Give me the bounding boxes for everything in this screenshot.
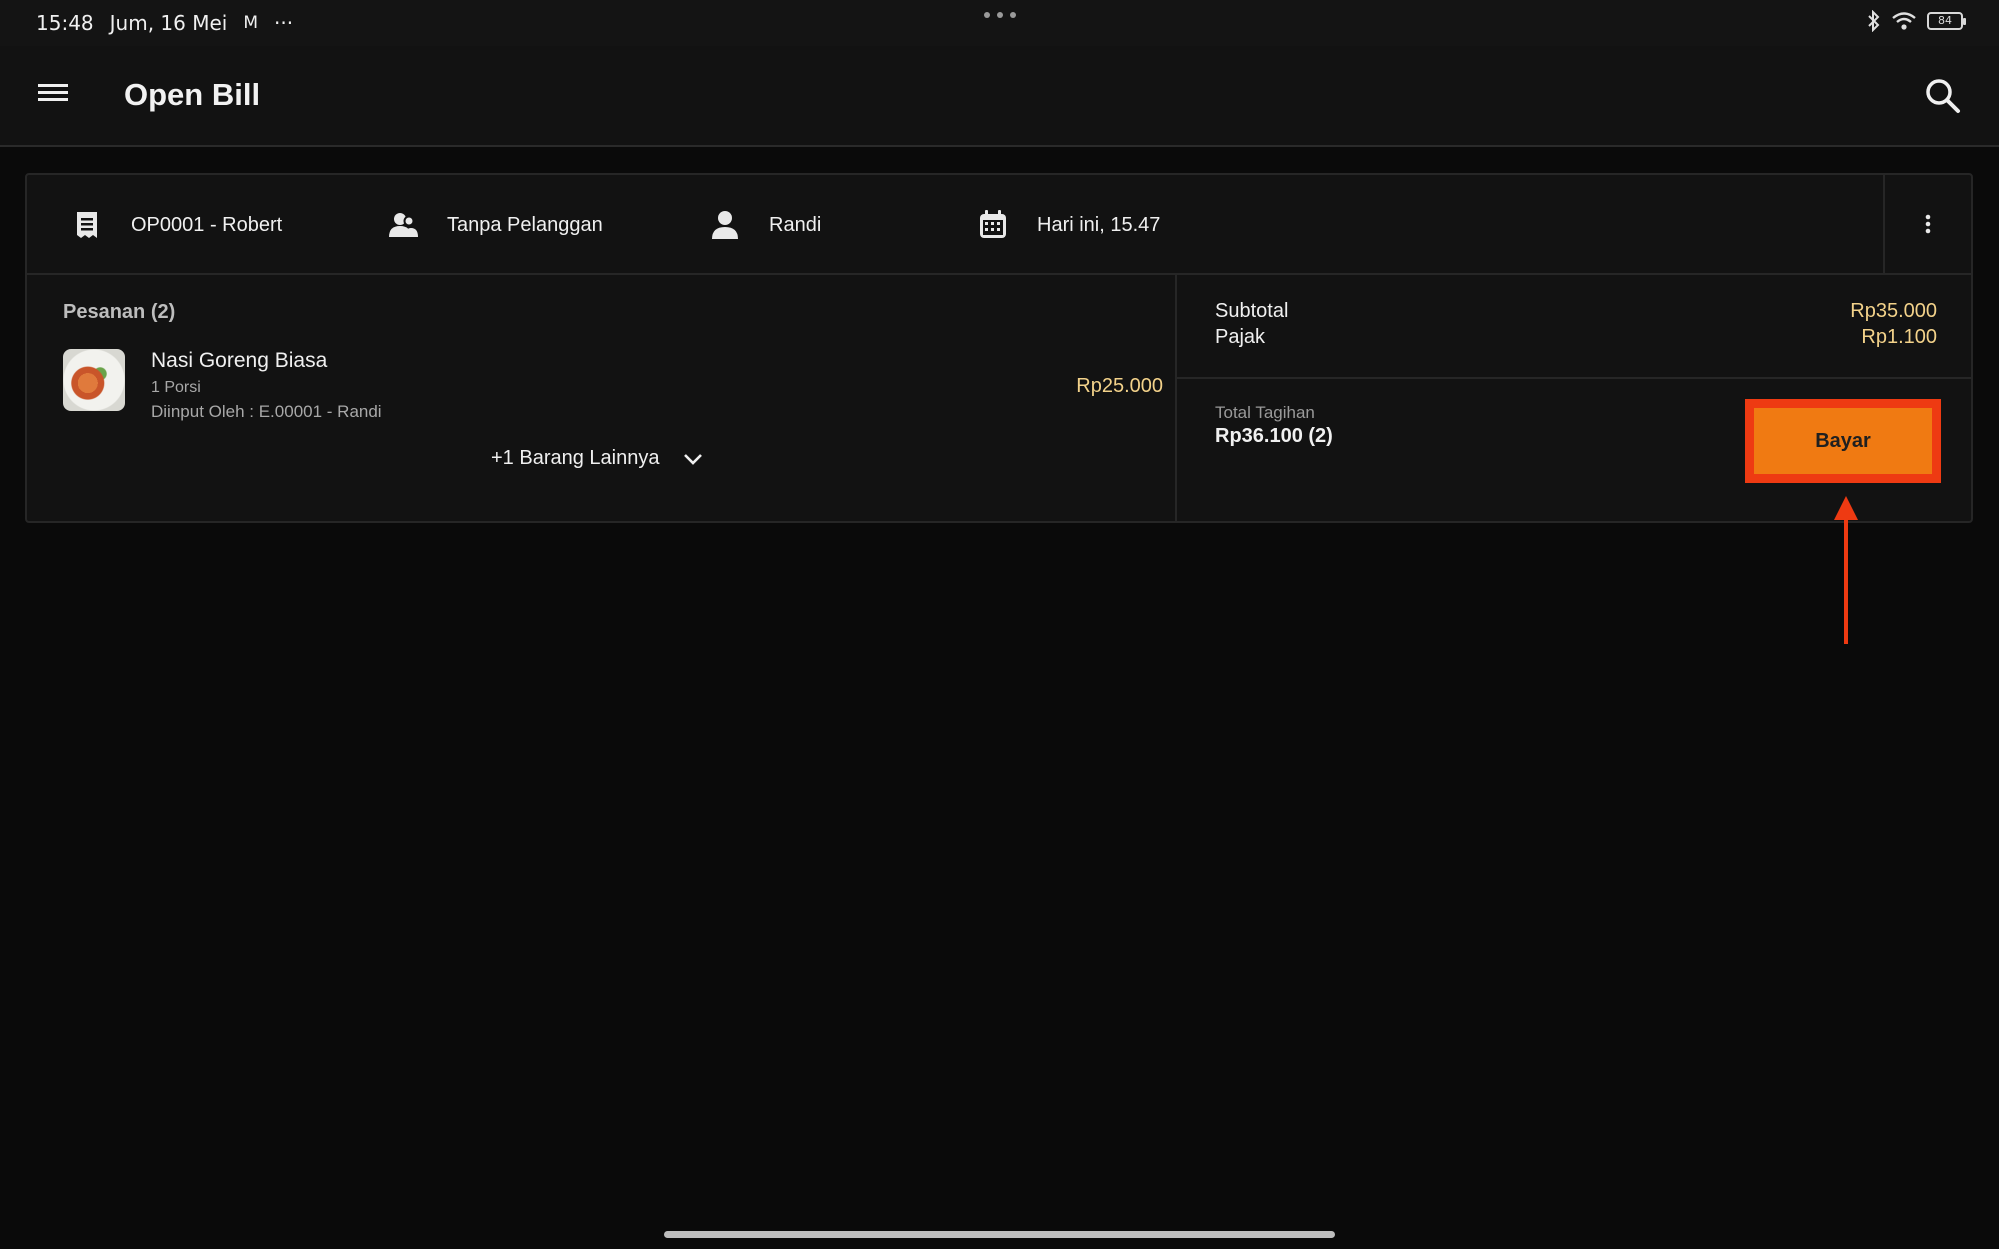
subtotal-row: Subtotal Rp35.000 bbox=[1215, 300, 1937, 326]
item-quantity: 1 Porsi bbox=[151, 379, 201, 396]
customers-icon bbox=[389, 213, 418, 237]
total-label: Total Tagihan bbox=[1215, 403, 1315, 422]
orders-panel: Pesanan (2) Nasi Goreng Biasa 1 Porsi Di… bbox=[27, 275, 1177, 523]
tax-row: Pajak Rp1.100 bbox=[1215, 326, 1937, 352]
staff-item: Randi bbox=[709, 205, 821, 245]
bill-card[interactable]: OP0001 - Robert Tanpa Pelanggan Randi Ha… bbox=[25, 173, 1973, 523]
subtotal-value: Rp35.000 bbox=[1850, 300, 1937, 322]
customer-name: Tanpa Pelanggan bbox=[447, 213, 603, 236]
bluetooth-icon bbox=[1868, 10, 1880, 32]
summary-panel: Subtotal Rp35.000 Pajak Rp1.100 Total Ta… bbox=[1177, 275, 1973, 523]
battery-icon: 84 bbox=[1927, 12, 1966, 30]
status-date: Jum, 16 Mei bbox=[109, 11, 228, 35]
item-name: Nasi Goreng Biasa bbox=[151, 349, 328, 372]
more-options-icon[interactable] bbox=[1883, 175, 1971, 273]
status-time: 15:48 bbox=[36, 11, 94, 35]
status-left: 15:48 Jum, 16 Mei M ··· bbox=[36, 11, 293, 35]
customer-item[interactable]: Tanpa Pelanggan bbox=[387, 205, 603, 245]
page-title: Open Bill bbox=[124, 77, 261, 112]
status-right: 84 bbox=[1867, 10, 1966, 32]
user-icon bbox=[712, 211, 738, 239]
bill-id: OP0001 - Robert bbox=[131, 213, 283, 236]
hamburger-menu-icon[interactable] bbox=[38, 82, 74, 110]
mail-icon: M bbox=[243, 13, 259, 33]
summary-breakdown: Subtotal Rp35.000 Pajak Rp1.100 bbox=[1177, 275, 1973, 379]
food-thumbnail bbox=[63, 349, 125, 411]
more-items-label: +1 Barang Lainnya bbox=[491, 447, 660, 469]
status-more-icon: ··· bbox=[274, 11, 294, 35]
item-price: Rp25.000 bbox=[1076, 375, 1163, 397]
bill-time: Hari ini, 15.47 bbox=[1037, 213, 1161, 236]
tax-label: Pajak bbox=[1215, 326, 1266, 348]
chevron-down-icon bbox=[684, 453, 703, 465]
time-item: Hari ini, 15.47 bbox=[977, 205, 1160, 245]
search-icon[interactable] bbox=[1923, 76, 1963, 116]
app-bar: Open Bill bbox=[0, 46, 1999, 147]
list-item[interactable]: Nasi Goreng Biasa 1 Porsi Diinput Oleh :… bbox=[63, 349, 1163, 429]
status-bar: 15:48 Jum, 16 Mei M ··· 84 bbox=[0, 0, 1999, 46]
bill-id-item: OP0001 - Robert bbox=[71, 205, 282, 245]
multitask-dots-icon[interactable] bbox=[983, 12, 1016, 18]
pay-button[interactable]: Bayar bbox=[1754, 408, 1932, 474]
orders-title: Pesanan (2) bbox=[63, 301, 176, 323]
subtotal-label: Subtotal bbox=[1215, 300, 1289, 322]
home-indicator[interactable] bbox=[664, 1231, 1335, 1238]
calendar-icon bbox=[980, 210, 1006, 238]
wifi-icon bbox=[1892, 12, 1916, 30]
item-entered-by: Diinput Oleh : E.00001 - Randi bbox=[151, 402, 382, 421]
staff-name: Randi bbox=[769, 213, 822, 236]
annotation-arrow bbox=[1834, 496, 1858, 644]
receipt-icon bbox=[77, 212, 97, 238]
more-items-toggle[interactable]: +1 Barang Lainnya bbox=[491, 447, 703, 470]
tax-value: Rp1.100 bbox=[1861, 326, 1937, 348]
bill-header: OP0001 - Robert Tanpa Pelanggan Randi Ha… bbox=[27, 175, 1971, 275]
total-value: Rp36.100 (2) bbox=[1215, 425, 1333, 447]
